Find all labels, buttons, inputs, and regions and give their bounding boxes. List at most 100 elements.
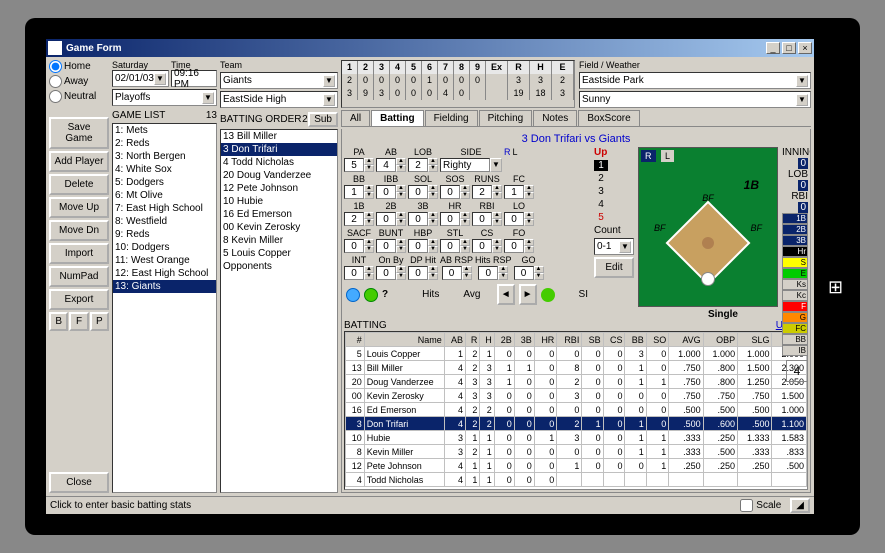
field-combo[interactable]: Eastside Park▼	[579, 72, 811, 89]
move-up-button[interactable]: Move Up	[49, 197, 109, 218]
table-row[interactable]: 00Kevin Zerosky43300030000.750.750.7501.…	[346, 389, 807, 403]
indicator-cell[interactable]: E	[782, 268, 808, 279]
table-header[interactable]: SO	[646, 333, 669, 347]
table-row[interactable]: 4Todd Nicholas411000	[346, 473, 807, 487]
table-header[interactable]: H	[480, 333, 494, 347]
ball-marker[interactable]	[701, 272, 715, 286]
stat-input[interactable]	[408, 158, 428, 172]
stat-input[interactable]	[408, 239, 428, 253]
weather-combo[interactable]: Sunny▼	[579, 91, 811, 108]
indicator-cell[interactable]: Ks	[782, 279, 808, 290]
scale-checkbox[interactable]	[740, 499, 753, 512]
delete-button[interactable]: Delete	[49, 174, 109, 195]
table-header[interactable]: OBP	[703, 333, 737, 347]
p-button[interactable]: P	[90, 312, 109, 331]
side-input[interactable]	[440, 158, 490, 172]
close-button[interactable]: Close	[49, 472, 109, 493]
away-radio[interactable]: Away	[49, 75, 109, 88]
tab-fielding[interactable]: Fielding	[425, 110, 478, 126]
count-combo[interactable]: 0-1▼	[594, 238, 634, 255]
table-header[interactable]: R	[466, 333, 480, 347]
stat-input[interactable]	[376, 158, 396, 172]
field-diagram[interactable]: R L 1B BF BF BF	[638, 147, 778, 307]
table-row[interactable]: 10Hubie31100130011.333.2501.3331.583	[346, 431, 807, 445]
indicator-cell[interactable]: FC	[782, 323, 808, 334]
add-player-button[interactable]: Add Player	[49, 151, 109, 172]
tab-batting[interactable]: Batting	[371, 110, 423, 126]
game-list-item[interactable]: 12: East High School	[113, 267, 216, 280]
game-list-item[interactable]: 4: White Sox	[113, 163, 216, 176]
game-list-item[interactable]: 5: Dodgers	[113, 176, 216, 189]
sub-button[interactable]: Sub	[308, 112, 338, 127]
stat-input[interactable]	[472, 185, 492, 199]
stat-input[interactable]	[408, 185, 428, 199]
indicator-cell[interactable]: Kc	[782, 290, 808, 301]
maximize-button[interactable]: □	[782, 42, 796, 54]
stat-input[interactable]	[504, 239, 524, 253]
stat-input[interactable]	[408, 266, 428, 280]
edit-button[interactable]: Edit	[594, 257, 634, 278]
opponent-combo[interactable]: EastSide High▼	[220, 91, 338, 108]
table-header[interactable]: AB	[444, 333, 465, 347]
minimize-button[interactable]: _	[766, 42, 780, 54]
indicator-cell[interactable]: 2B	[782, 224, 808, 235]
table-header[interactable]: 3B	[514, 333, 534, 347]
batter-list-item[interactable]: 00 Kevin Zerosky	[221, 221, 337, 234]
stat-input[interactable]	[344, 212, 364, 226]
table-header[interactable]: SLG	[738, 333, 772, 347]
indicator-cell[interactable]: 1B	[782, 213, 808, 224]
indicator-cell[interactable]: 3B	[782, 235, 808, 246]
table-row[interactable]: 8Kevin Miller32100000011.333.500.333.833	[346, 445, 807, 459]
indicator-cell[interactable]: G	[782, 312, 808, 323]
batter-list-item[interactable]: 3 Don Trifari	[221, 143, 337, 156]
table-row[interactable]: 3Don Trifari42200021010.500.600.5001.100	[346, 417, 807, 431]
save-game-button[interactable]: Save Game	[49, 117, 109, 149]
table-row[interactable]: 16Ed Emerson42200000000.500.500.5001.000	[346, 403, 807, 417]
tab-boxscore[interactable]: BoxScore	[578, 110, 639, 126]
batter-list-item[interactable]: 20 Doug Vanderzee	[221, 169, 337, 182]
import-button[interactable]: Import	[49, 243, 109, 264]
stat-input[interactable]	[442, 266, 462, 280]
indicator-cell[interactable]: Hr	[782, 246, 808, 257]
game-list-item[interactable]: 9: Reds	[113, 228, 216, 241]
export-button[interactable]: Export	[49, 289, 109, 310]
table-header[interactable]: RBI	[557, 333, 582, 347]
stat-input[interactable]	[344, 239, 364, 253]
table-header[interactable]: CS	[603, 333, 625, 347]
batter-list-item[interactable]: 12 Pete Johnson	[221, 182, 337, 195]
indicator-cell[interactable]: F	[782, 301, 808, 312]
game-list-item[interactable]: 7: East High School	[113, 202, 216, 215]
game-list-item[interactable]: 1: Mets	[113, 124, 216, 137]
time-field[interactable]: 09:16 PM	[171, 70, 217, 87]
table-row[interactable]: 20Doug Vanderzee43310020011.750.8001.250…	[346, 375, 807, 389]
table-header[interactable]: #	[346, 333, 365, 347]
stat-input[interactable]	[376, 266, 396, 280]
stat-input[interactable]	[504, 185, 524, 199]
stat-input[interactable]	[440, 212, 460, 226]
indicator-cell[interactable]: BB	[782, 334, 808, 345]
game-list-item[interactable]: 13: Giants	[113, 280, 216, 293]
ball-icon-1[interactable]	[346, 288, 360, 302]
stat-input[interactable]	[514, 266, 534, 280]
indicator-cell[interactable]: S	[782, 257, 808, 268]
close-window-button[interactable]: ×	[798, 42, 812, 54]
stat-input[interactable]	[376, 212, 396, 226]
stat-input[interactable]	[376, 239, 396, 253]
pitch-1[interactable]: 1	[594, 160, 608, 171]
stat-input[interactable]	[472, 212, 492, 226]
game-list-item[interactable]: 3: North Bergen	[113, 150, 216, 163]
table-header[interactable]: AVG	[669, 333, 703, 347]
pitch-4[interactable]: 4	[594, 199, 608, 210]
game-list-item[interactable]: 11: West Orange	[113, 254, 216, 267]
ball-icon-2[interactable]	[364, 288, 378, 302]
game-list[interactable]: 1: Mets2: Reds3: North Bergen4: White So…	[112, 123, 217, 493]
date-field[interactable]: 02/01/03▼	[112, 70, 169, 87]
tab-notes[interactable]: Notes	[533, 110, 577, 126]
f-button[interactable]: F	[69, 312, 88, 331]
ball-icon-3[interactable]	[541, 288, 555, 302]
team-combo[interactable]: Giants▼	[220, 72, 338, 89]
table-header[interactable]: HR	[534, 333, 557, 347]
table-row[interactable]: 5Louis Copper121000000301.0001.0001.0002…	[346, 347, 807, 361]
batter-list-item[interactable]: 10 Hubie	[221, 195, 337, 208]
pitch-5[interactable]: 5	[594, 212, 608, 223]
